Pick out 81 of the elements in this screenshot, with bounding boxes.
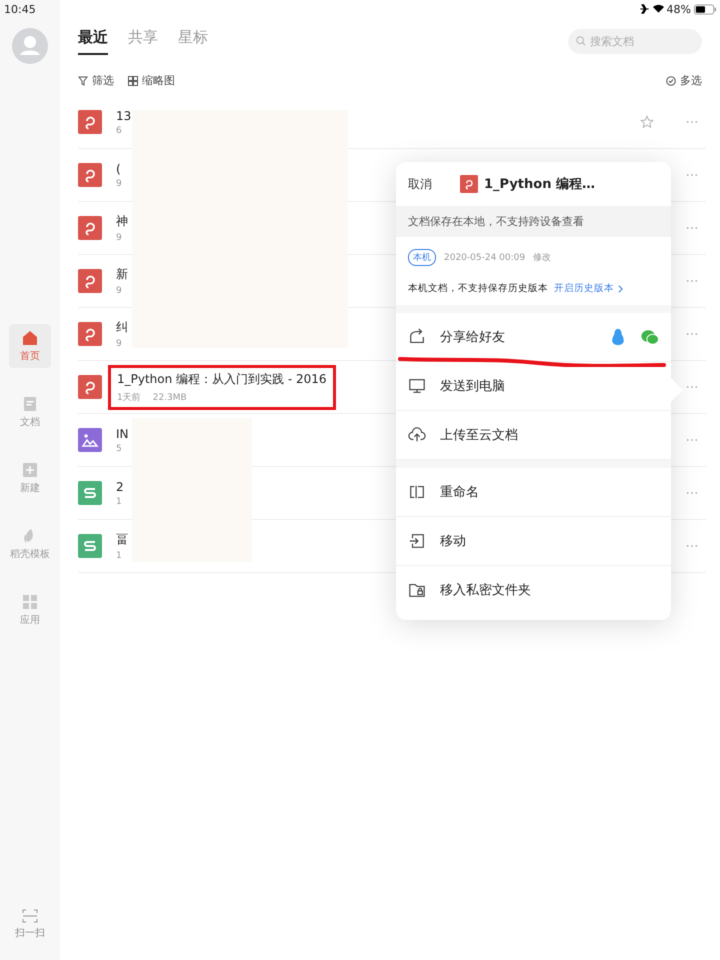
file-time: 9 (116, 286, 122, 296)
share-icon (408, 328, 426, 346)
file-time: 1 (116, 496, 122, 506)
file-name: ( (116, 162, 122, 176)
wifi-icon (652, 4, 664, 14)
file-time: 9 (116, 233, 122, 243)
file-name: 新 (116, 266, 128, 283)
thumbnail-button[interactable]: 缩略图 (128, 73, 175, 88)
chat-bubbles-icon[interactable] (641, 328, 659, 346)
battery-icon (694, 4, 716, 14)
more-icon[interactable] (686, 438, 698, 442)
file-time: 6 (116, 126, 122, 136)
apps-icon (22, 594, 38, 610)
upload-icon (408, 426, 426, 444)
pdf-file-icon (78, 269, 102, 293)
search-icon (576, 36, 586, 46)
file-name: 2 (116, 480, 124, 494)
menu-item[interactable]: 移动 (396, 517, 671, 566)
pdf-file-icon (78, 375, 102, 399)
more-icon[interactable] (686, 491, 698, 495)
more-icon[interactable] (686, 385, 698, 389)
cancel-button[interactable]: 取消 (408, 176, 432, 192)
pdf-file-icon (78, 163, 102, 187)
tab[interactable]: 最近 (78, 28, 108, 55)
file-time: 1天前 (117, 392, 141, 402)
modified-time: 2020-05-24 00:09 (444, 252, 526, 262)
rename-icon (408, 483, 426, 501)
file-name: 纠 (116, 319, 128, 336)
file-name: 神 (116, 213, 128, 230)
status-time: 10:45 (3, 2, 36, 18)
file-name: 畐 (116, 531, 128, 548)
search-field[interactable]: 搜索文档 (568, 29, 702, 54)
filter-icon (78, 76, 88, 86)
filter-button[interactable]: 筛选 (78, 73, 114, 88)
airplane-icon (638, 4, 650, 14)
scan-icon (22, 909, 38, 923)
menu-item[interactable]: 分享给好友 (396, 313, 671, 362)
move-icon (408, 532, 426, 550)
battery-percent: 48% (666, 2, 691, 16)
check-circle-icon (666, 76, 676, 86)
location-tag: 本机 (408, 249, 436, 266)
file-time: 9 (116, 339, 122, 349)
avatar-icon[interactable] (12, 28, 48, 64)
notice-text: 文档保存在本地，不支持跨设备查看 (396, 206, 671, 237)
more-icon[interactable] (686, 544, 698, 548)
more-icon[interactable] (686, 120, 698, 124)
image-file-icon (78, 428, 102, 452)
more-icon[interactable] (686, 226, 698, 230)
popover-title: 1_Python 编程… (484, 176, 595, 193)
file-name: 1_Python 编程：从入门到实践 - 2016 (117, 370, 327, 388)
private-icon (408, 581, 426, 599)
file-name: IN (116, 426, 129, 440)
menu-item[interactable]: 重命名 (396, 468, 671, 517)
file-time: 1 (116, 551, 122, 561)
grid-icon (128, 76, 138, 86)
pdf-file-icon (78, 110, 102, 134)
more-icon[interactable] (686, 279, 698, 283)
home-icon (22, 330, 38, 346)
pdf-file-icon (78, 322, 102, 346)
chevron-right-icon (618, 284, 623, 292)
modified-label: 修改 (533, 252, 552, 264)
sheet-file-icon (78, 481, 102, 505)
history-link[interactable]: 开启历史版本 (554, 282, 623, 295)
doc-icon (22, 396, 38, 412)
new-icon (22, 462, 38, 478)
menu-item[interactable]: 移入私密文件夹 (396, 566, 671, 614)
pdf-file-icon (460, 175, 478, 193)
file-size: 22.3MB (152, 392, 187, 402)
file-name: 13 (116, 108, 132, 122)
pdf-file-icon (78, 216, 102, 240)
history-note: 本机文档，不支持保存历史版本 (408, 282, 548, 295)
sheet-file-icon (78, 534, 102, 558)
multi-select-button[interactable]: 多选 (666, 73, 702, 88)
menu-item[interactable]: 上传至云文档 (396, 411, 671, 460)
more-icon[interactable] (686, 173, 698, 177)
file-time: 5 (116, 444, 122, 454)
computer-icon (408, 377, 426, 395)
menu-item[interactable]: 发送到电脑 (396, 362, 671, 411)
star-icon[interactable] (640, 115, 654, 129)
more-icon[interactable] (686, 332, 698, 336)
file-time: 9 (116, 178, 122, 188)
